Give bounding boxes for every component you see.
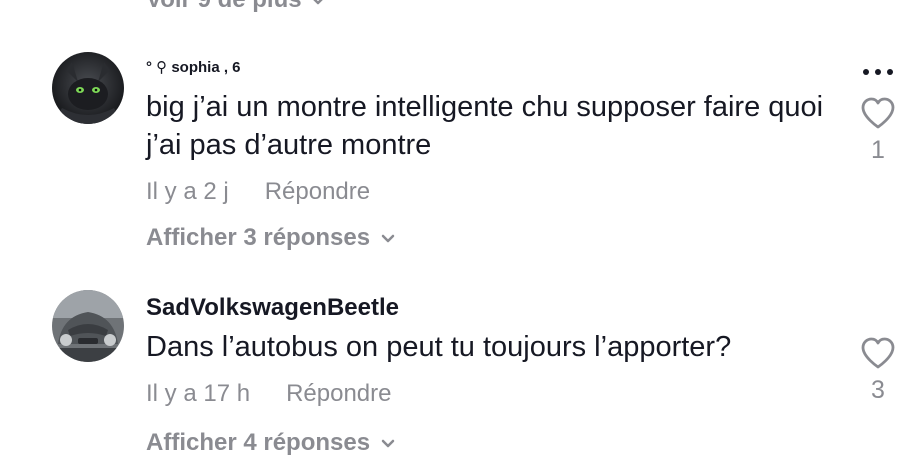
view-replies-label: Afficher 4 réponses [146, 429, 371, 456]
like-count: 3 [871, 376, 885, 404]
comment-text: Dans l’autobus on peut tu toujours l’app… [146, 331, 732, 363]
comment-item: SadVolkswagenBeetle Dans l’autobus on pe… [0, 0, 922, 466]
avatar[interactable] [52, 290, 124, 362]
chevron-down-icon [381, 439, 395, 448]
volkswagen-beetle-avatar-icon [52, 290, 124, 362]
view-replies-button[interactable]: Afficher 4 réponses [146, 429, 396, 457]
comment-username[interactable]: SadVolkswagenBeetle [146, 294, 399, 322]
comment-timestamp: Il y a 17 h [146, 380, 251, 407]
comment-meta: Il y a 17 h Répondre [146, 380, 391, 408]
reply-button[interactable]: Répondre [286, 380, 391, 408]
heart-icon[interactable] [860, 336, 896, 370]
like-group: 3 [856, 336, 900, 405]
username-label: SadVolkswagenBeetle [146, 294, 399, 321]
